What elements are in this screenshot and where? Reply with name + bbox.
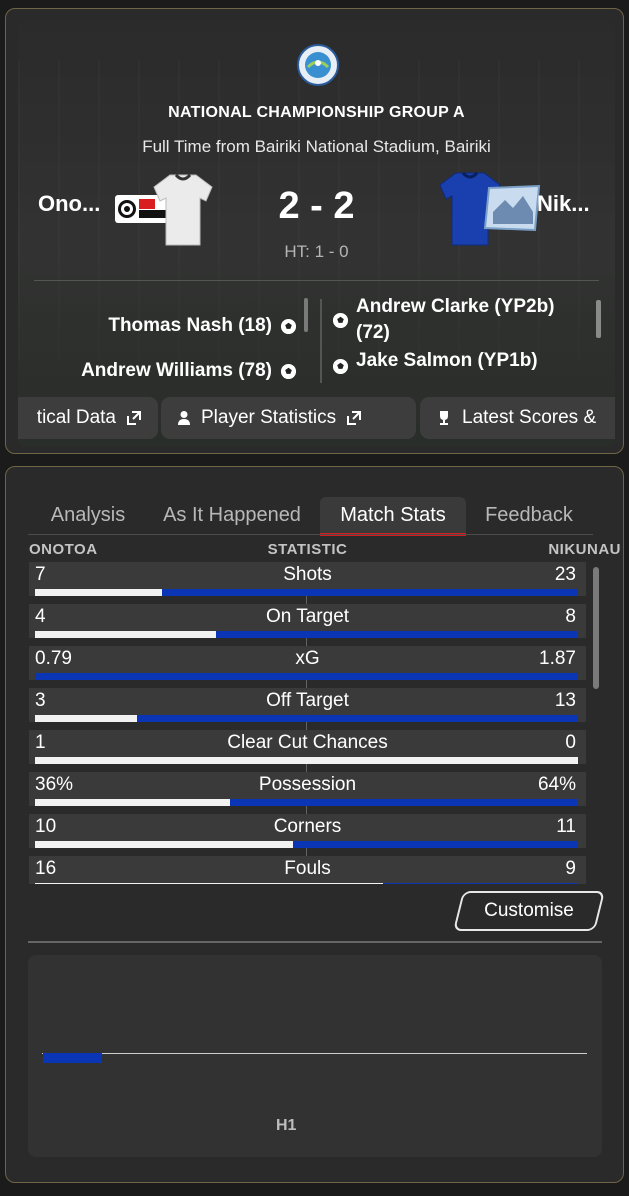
stat-row: 1 Clear Cut Chances 0 (29, 730, 586, 764)
away-scorer-1[interactable]: Andrew Clarke (YP2b) (72) (332, 294, 592, 346)
stat-home-fill (35, 841, 293, 848)
stat-home-fill (35, 631, 216, 638)
goal-ball-icon (280, 363, 297, 379)
stat-comparison-bar (35, 799, 578, 806)
player-statistics-button[interactable]: Player Statistics (161, 397, 416, 439)
stat-label: Clear Cut Chances (227, 732, 388, 753)
stat-row: 0.79 xG 1.87 (29, 646, 586, 680)
goal-ball-icon (332, 312, 349, 329)
stat-home-fill (35, 799, 230, 806)
half-time-score: HT: 1 - 0 (284, 242, 349, 261)
stat-label: On Target (265, 606, 350, 627)
section-divider (28, 941, 602, 943)
goal-ball-icon (280, 318, 297, 334)
goal-scorers: Thomas Nash (18) Andrew Williams (78) An… (18, 291, 615, 383)
stat-comparison-bar (35, 757, 578, 764)
stat-label: Fouls (284, 858, 331, 879)
stat-home-fill (35, 715, 137, 722)
stat-comparison-bar (35, 673, 578, 680)
stat-home-fill (35, 757, 578, 764)
stat-label: Corners (273, 816, 342, 837)
chart-baseline (42, 1053, 587, 1054)
tab-analysis[interactable]: Analysis (38, 497, 138, 535)
external-link-icon (127, 411, 141, 425)
stat-label: Possession (258, 774, 357, 795)
stat-label: Off Target (266, 690, 349, 711)
action-buttons: tical Data Player Statistics Latest Scor… (18, 397, 615, 439)
tab-feedback[interactable]: Feedback (474, 497, 584, 535)
stat-away-value: 8 (565, 606, 576, 627)
chart-tick-h1: H1 (276, 1117, 297, 1134)
stat-row: 36% Possession 64% (29, 772, 586, 806)
home-scorer-1[interactable]: Thomas Nash (18) (108, 315, 297, 337)
goal-ball-icon (332, 358, 349, 375)
venue-line: Full Time from Bairiki National Stadium,… (142, 137, 491, 156)
statistic-column-header: STATISTIC (267, 541, 348, 558)
match-header: NATIONAL CHAMPIONSHIP GROUP A Full Time … (18, 21, 615, 447)
stats-scrollbar[interactable] (593, 567, 599, 689)
match-header-panel: NATIONAL CHAMPIONSHIP GROUP A Full Time … (5, 8, 624, 454)
scorers-divider (320, 299, 322, 383)
trophy-icon (440, 411, 448, 425)
stat-label: Shots (283, 564, 332, 585)
stat-row: 16 Fouls 9 (29, 856, 586, 884)
person-icon (178, 411, 190, 425)
stats-list: 7 Shots 23 4 On Target 8 0.79 xG 1.87 3 Off Target… (29, 562, 586, 884)
home-scorers-scrollbar[interactable] (304, 298, 308, 332)
away-team-badge[interactable] (483, 182, 541, 234)
chart-bar-h1 (43, 1053, 102, 1063)
away-column-header: NIKUNAU (548, 541, 621, 558)
home-scorer-2[interactable]: Andrew Williams (78) (81, 360, 297, 382)
tab-match-stats[interactable]: Match Stats (320, 497, 466, 536)
match-stats-panel: Analysis As It Happened Match Stats Feed… (5, 466, 624, 1183)
away-team-name[interactable]: Nik... (537, 191, 590, 217)
stat-away-value: 13 (554, 690, 576, 711)
latest-scores-button[interactable]: Latest Scores & (420, 397, 615, 439)
stat-comparison-bar (35, 631, 578, 638)
tab-bar: Analysis As It Happened Match Stats Feed… (28, 497, 593, 536)
stat-label: xG (295, 648, 320, 669)
stat-away-value: 23 (554, 564, 576, 585)
stat-away-value: 0 (565, 732, 576, 753)
stat-comparison-bar (35, 589, 578, 596)
header-divider (34, 280, 599, 281)
stat-home-fill (35, 589, 162, 596)
statistical-data-button[interactable]: tical Data (18, 397, 158, 439)
stat-comparison-bar (35, 841, 578, 848)
stat-row: 4 On Target 8 (29, 604, 586, 638)
external-link-icon (347, 411, 362, 425)
competition-logo (297, 44, 339, 86)
stat-away-value: 11 (556, 816, 576, 837)
tabs-divider (28, 534, 593, 535)
stat-comparison-bar (35, 715, 578, 722)
stat-row: 7 Shots 23 (29, 562, 586, 596)
away-scorer-2[interactable]: Jake Salmon (YP1b) (332, 348, 592, 375)
competition-title: NATIONAL CHAMPIONSHIP GROUP A (168, 104, 465, 121)
stat-home-fill (35, 883, 383, 884)
stat-row: 3 Off Target 13 (29, 688, 586, 722)
stat-away-value: 9 (565, 858, 576, 879)
stat-away-value: 1.87 (539, 648, 576, 669)
stat-comparison-bar (35, 883, 578, 884)
stat-away-value: 64% (537, 774, 576, 795)
stat-row: 10 Corners 11 (29, 814, 586, 848)
away-scorers-scrollbar[interactable] (596, 300, 601, 338)
stats-chart: H1 (28, 955, 602, 1157)
customise-button[interactable]: Customise (453, 891, 605, 931)
tab-as-it-happened[interactable]: As It Happened (146, 497, 318, 535)
